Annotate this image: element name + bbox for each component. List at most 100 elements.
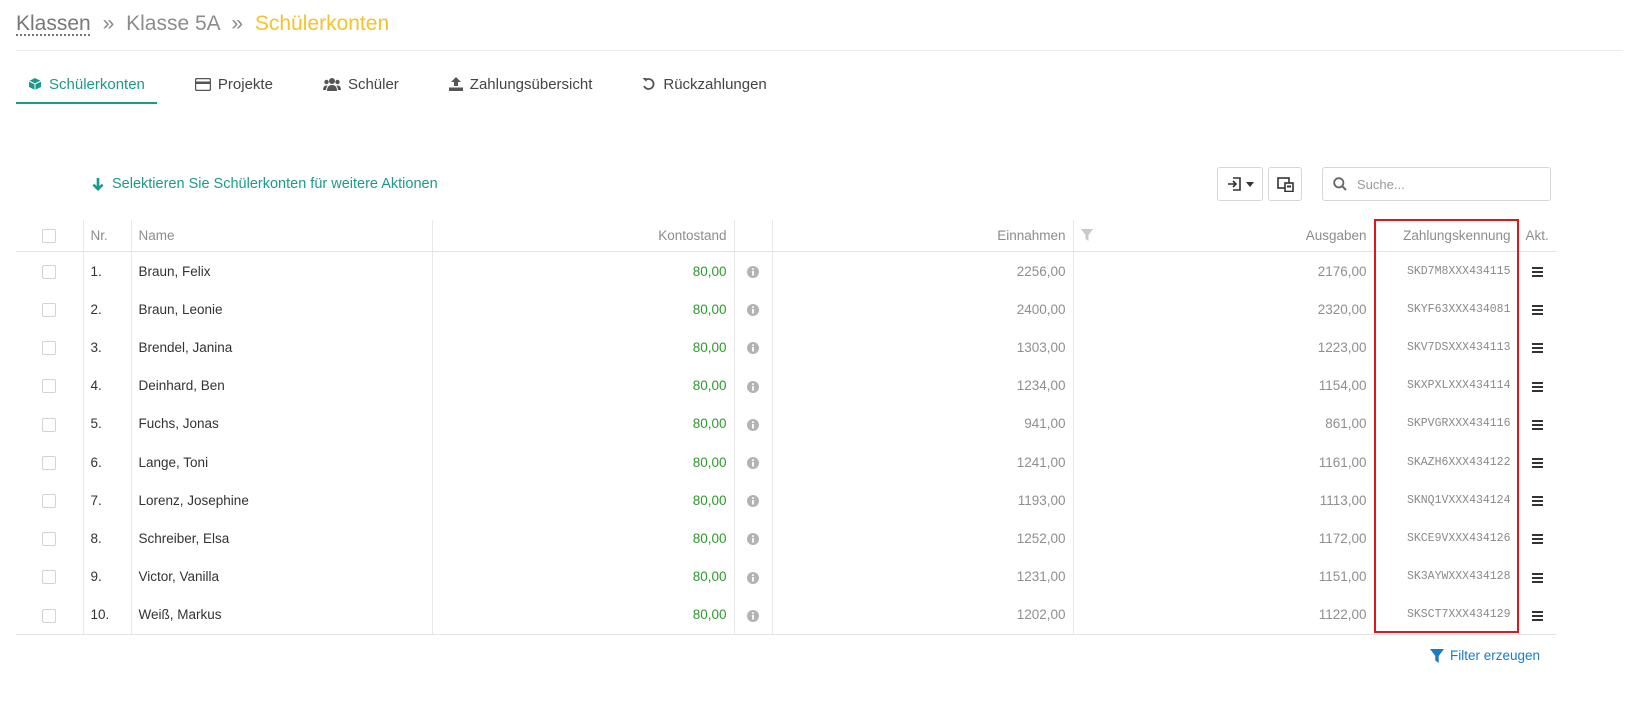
tab-projekte[interactable]: Projekte bbox=[183, 66, 285, 102]
table-row: 5. Fuchs, Jonas 80,00 941,00 861,00 SKPV… bbox=[16, 404, 1556, 443]
info-icon[interactable] bbox=[747, 304, 759, 317]
column-header-balance[interactable]: Kontostand bbox=[432, 220, 735, 252]
menu-icon[interactable] bbox=[1531, 610, 1543, 621]
table-row: 2. Braun, Leonie 80,00 2400,00 2320,00 S… bbox=[16, 290, 1556, 329]
info-icon[interactable] bbox=[747, 418, 759, 431]
row-checkbox[interactable] bbox=[42, 341, 57, 356]
info-icon[interactable] bbox=[747, 342, 759, 355]
row-expenses: 1122,00 bbox=[1073, 595, 1374, 635]
column-header-reference[interactable]: Zahlungskennung bbox=[1373, 220, 1519, 252]
column-header-name[interactable]: Name bbox=[131, 220, 433, 252]
select-all-cell bbox=[16, 220, 84, 252]
row-checkbox[interactable] bbox=[42, 303, 57, 317]
menu-icon[interactable] bbox=[1531, 457, 1543, 468]
row-payment-reference: SK3AYWXXX434128 bbox=[1373, 557, 1519, 596]
row-payment-reference: SKAZH6XXX434122 bbox=[1373, 442, 1519, 482]
tab-schueler[interactable]: Schüler bbox=[311, 66, 411, 102]
menu-icon[interactable] bbox=[1531, 496, 1543, 507]
caret-down-icon bbox=[1245, 181, 1254, 187]
tab-bar: Schülerkonten Projekte Schüler Zahlungsü… bbox=[16, 66, 805, 106]
row-expenses: 1151,00 bbox=[1318, 569, 1367, 585]
row-checkbox[interactable] bbox=[42, 570, 57, 585]
search-icon bbox=[1333, 177, 1347, 191]
row-select-cell bbox=[16, 328, 84, 367]
row-nr: 1. bbox=[83, 251, 132, 291]
menu-icon[interactable] bbox=[1531, 572, 1543, 583]
row-checkbox[interactable] bbox=[42, 608, 57, 623]
search-input[interactable] bbox=[1355, 175, 1539, 193]
row-checkbox[interactable] bbox=[42, 532, 57, 547]
row-actions-cell bbox=[1518, 443, 1556, 481]
info-icon[interactable] bbox=[747, 266, 759, 279]
info-icon[interactable] bbox=[747, 456, 759, 469]
row-checkbox[interactable] bbox=[42, 455, 57, 470]
row-income: 1234,00 bbox=[772, 366, 1074, 405]
menu-icon[interactable] bbox=[1531, 381, 1543, 392]
row-info-cell bbox=[734, 404, 773, 443]
tab-schuelerkonten[interactable]: Schülerkonten bbox=[16, 66, 157, 104]
create-filter-label: Filter erzeugen bbox=[1450, 648, 1541, 663]
row-payment-reference: SKD7M8XXX434115 bbox=[1373, 251, 1519, 291]
row-income: 1202,00 bbox=[772, 595, 1074, 635]
row-nr: 7. bbox=[83, 481, 132, 520]
export-dropdown-button[interactable] bbox=[1217, 167, 1263, 201]
row-checkbox[interactable] bbox=[42, 417, 57, 432]
row-checkbox[interactable] bbox=[42, 264, 57, 279]
tab-zahlungsuebersicht[interactable]: Zahlungsübersicht bbox=[437, 66, 605, 102]
row-actions-cell bbox=[1518, 367, 1556, 405]
info-icon[interactable] bbox=[747, 495, 759, 508]
filter-icon[interactable] bbox=[1080, 229, 1093, 242]
row-info-cell bbox=[734, 519, 773, 558]
table-row: 6. Lange, Toni 80,00 1241,00 1161,00 SKA… bbox=[16, 442, 1556, 482]
row-name: Braun, Felix bbox=[131, 251, 433, 291]
table-row: 10. Weiß, Markus 80,00 1202,00 1122,00 S… bbox=[16, 595, 1556, 635]
select-accounts-hint[interactable]: Selektieren Sie Schülerkonten für weiter… bbox=[92, 176, 438, 192]
row-payment-reference: SKXPXLXXX434114 bbox=[1373, 366, 1519, 405]
info-icon[interactable] bbox=[747, 571, 759, 584]
row-nr: 8. bbox=[83, 519, 132, 558]
info-icon[interactable] bbox=[747, 533, 759, 546]
column-header-nr[interactable]: Nr. bbox=[83, 220, 132, 252]
row-info-cell bbox=[734, 442, 773, 482]
credit-card-icon bbox=[194, 77, 211, 91]
row-payment-reference: SKNQ1VXXX434124 bbox=[1373, 481, 1519, 520]
row-info-cell bbox=[734, 595, 773, 635]
menu-icon[interactable] bbox=[1531, 419, 1543, 430]
breadcrumb-klassen-link[interactable]: Klassen bbox=[16, 12, 91, 35]
menu-icon[interactable] bbox=[1531, 267, 1543, 278]
column-header-expenses[interactable]: Ausgaben bbox=[1073, 220, 1374, 252]
row-checkbox[interactable] bbox=[42, 493, 57, 508]
row-actions-cell bbox=[1518, 405, 1556, 443]
row-nr: 5. bbox=[83, 404, 132, 443]
row-info-cell bbox=[734, 481, 773, 520]
column-view-button[interactable] bbox=[1268, 167, 1302, 201]
users-icon bbox=[322, 78, 341, 91]
row-actions-cell bbox=[1518, 481, 1556, 519]
menu-icon[interactable] bbox=[1531, 343, 1543, 354]
info-icon[interactable] bbox=[747, 380, 759, 393]
column-header-income[interactable]: Einnahmen bbox=[997, 228, 1065, 243]
row-nr: 6. bbox=[83, 442, 132, 482]
row-actions-cell bbox=[1518, 595, 1556, 635]
row-checkbox[interactable] bbox=[42, 379, 57, 394]
table-row: 3. Brendel, Janina 80,00 1303,00 1223,00… bbox=[16, 328, 1556, 367]
menu-icon[interactable] bbox=[1531, 534, 1543, 545]
tab-label: Zahlungsübersicht bbox=[469, 75, 593, 93]
select-hint-text: Selektieren Sie Schülerkonten für weiter… bbox=[112, 176, 438, 192]
row-name: Lange, Toni bbox=[131, 442, 433, 482]
row-select-cell bbox=[16, 290, 84, 329]
breadcrumb-class-link[interactable]: Klasse 5A bbox=[126, 12, 219, 35]
create-filter-link[interactable]: Filter erzeugen bbox=[1430, 648, 1540, 663]
select-all-checkbox[interactable] bbox=[42, 229, 57, 244]
row-expenses: 2320,00 bbox=[1317, 301, 1367, 317]
row-balance: 80,00 bbox=[432, 595, 735, 635]
row-expenses: 1161,00 bbox=[1318, 454, 1367, 470]
menu-icon[interactable] bbox=[1531, 305, 1543, 316]
row-info-cell bbox=[734, 366, 773, 405]
row-name: Deinhard, Ben bbox=[131, 366, 433, 405]
row-info-cell bbox=[734, 328, 773, 367]
table-row: 8. Schreiber, Elsa 80,00 1252,00 1172,00… bbox=[16, 519, 1556, 558]
tab-rueckzahlungen[interactable]: Rückzahlungen bbox=[630, 66, 778, 102]
row-info-cell bbox=[734, 290, 773, 329]
info-icon[interactable] bbox=[747, 609, 759, 622]
